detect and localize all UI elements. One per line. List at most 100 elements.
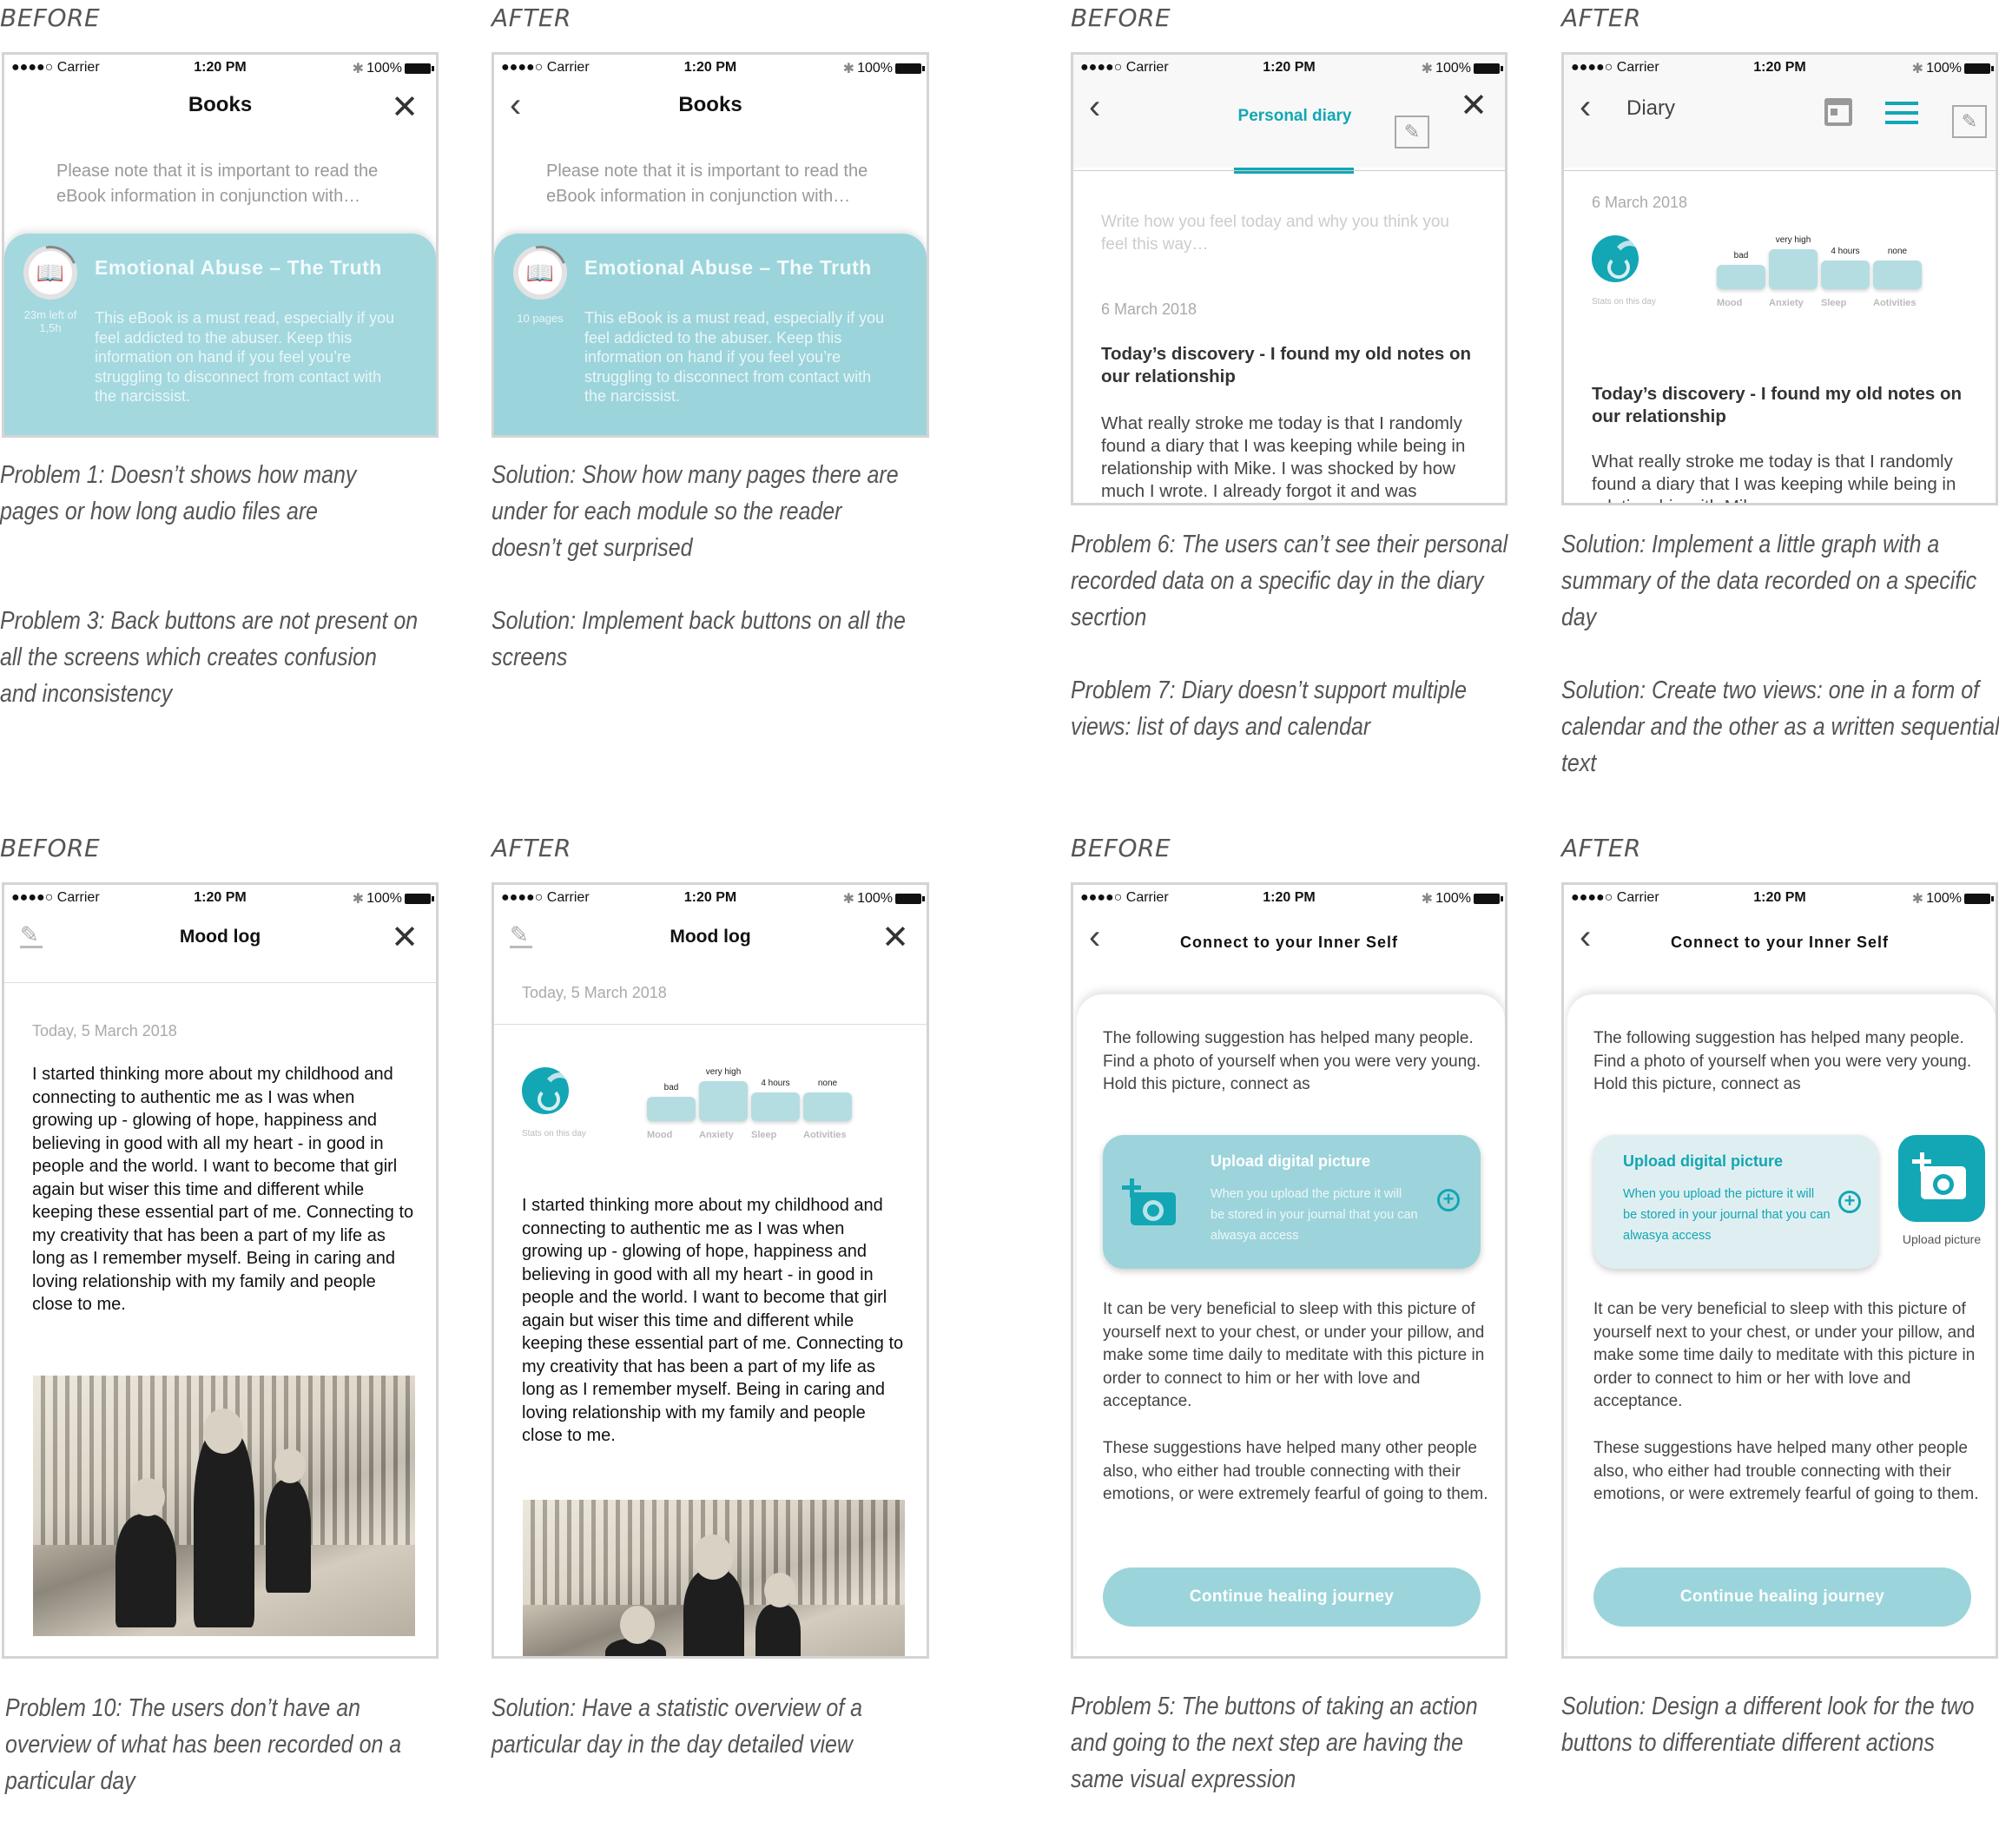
bluetooth-icon: ✱ [352, 62, 365, 76]
close-button[interactable]: ✕ [1460, 89, 1488, 122]
upload-picture-card[interactable]: Upload digital picture When you upload t… [1103, 1135, 1481, 1269]
upload-title: Upload digital picture [1211, 1152, 1371, 1170]
pencil-icon: ✎ [1403, 121, 1421, 142]
app-logo [522, 1067, 569, 1114]
status-bar: ●●●●○ Carrier 1:20 PM ✱ 100% [1073, 55, 1505, 81]
books-before-screen: ●●●●○ Carrier 1:20 PM ✱ 100% Books ✕ Plea… [2, 52, 439, 438]
photo-figure [115, 1515, 176, 1627]
battery-icon [405, 63, 434, 74]
stat-anxiety: very high Anxiety [699, 1067, 748, 1140]
entry-text: What really stroke me today is that I ra… [1592, 452, 1956, 503]
back-button[interactable]: ‹ [1580, 89, 1591, 124]
paragraph-1: It can be very beneficial to sleep with … [1103, 1300, 1485, 1410]
photo-figure [274, 1449, 306, 1483]
intro-text: The following suggestion has helped many… [1593, 1029, 1972, 1093]
stat-bar [1873, 261, 1922, 289]
ebook-card[interactable]: 📖 23m left of 1,5h Emotional Abuse – The… [4, 234, 436, 435]
status-bar: ●●●●○ Carrier 1:20 PM ✱ 100% [4, 55, 436, 81]
solution-caption: Solution: Show how many pages there are … [492, 461, 899, 562]
moodlog-before-screen: ●●●●○ Carrier 1:20 PM ✱ 100% ✎ Mood log ✕… [2, 882, 439, 1659]
card-description: This eBook is a must read, especially if… [584, 309, 885, 405]
stat-bar [751, 1092, 800, 1121]
close-button[interactable]: ✕ [391, 921, 419, 954]
battery-status: ✱ 100% [1422, 60, 1503, 77]
continue-button[interactable]: Continue healing journey [1593, 1568, 1971, 1627]
photo-figure [130, 1478, 165, 1516]
page-title: Books [678, 93, 742, 116]
stat-value: bad [663, 1083, 679, 1092]
entry-text: I started thinking more about my childho… [522, 1196, 904, 1445]
battery-percent: 100% [857, 61, 893, 76]
camera-plus-icon [1912, 1152, 1973, 1206]
problem-caption: Problem 1: Doesn’t shows how many pages … [0, 461, 357, 525]
battery-status: ✱ 100% [1422, 890, 1503, 908]
entry-title: Today’s discovery - I found my old notes… [1592, 384, 1962, 426]
edit-button[interactable]: ✎ [1952, 105, 1987, 138]
battery-percent: 100% [366, 61, 402, 76]
battery-status: ✱ 100% [1912, 890, 1994, 908]
card-description: This eBook is a must read, especially if… [95, 309, 395, 405]
chevron-left-icon: ‹ [1089, 88, 1101, 126]
problem-caption: Problem 6: The users can’t see their per… [1071, 531, 1508, 631]
stat-bar [803, 1092, 852, 1121]
page-title: Connect to your Inner Self [1670, 934, 1890, 951]
battery-percent: 100% [366, 891, 402, 906]
before-label: BEFORE [1071, 3, 1171, 32]
calendar-view-button[interactable] [1824, 98, 1852, 126]
battery-percent: 100% [1435, 891, 1471, 906]
childhood-photo[interactable] [33, 1376, 415, 1636]
book-icon: 📖 [525, 259, 555, 286]
entry-input[interactable]: Write how you feel today and why you thi… [1101, 211, 1479, 256]
before-label: BEFORE [0, 834, 101, 862]
stat-name: Mood [647, 1130, 673, 1140]
status-bar: ●●●●○ Carrier 1:20 PM ✱ 100% [494, 885, 927, 911]
continue-button[interactable]: Continue healing journey [1103, 1568, 1481, 1627]
stat-name: Sleep [751, 1130, 777, 1140]
upload-picture-button[interactable] [1898, 1135, 1985, 1222]
battery-icon [405, 894, 434, 904]
add-circle-icon[interactable]: + [1437, 1189, 1460, 1211]
solution-caption: Solution: Implement back buttons on all … [492, 607, 906, 671]
day-stats: Stats on this day bad Mood very high Anxiet… [522, 1067, 909, 1163]
photo-figure [203, 1409, 243, 1454]
battery-icon [895, 63, 925, 74]
calendar-icon [1831, 109, 1837, 116]
entry-date: Today, 5 March 2018 [32, 1022, 177, 1040]
app-logo [1592, 235, 1639, 282]
stat-bar [1717, 265, 1765, 289]
card-title: Emotional Abuse – The Truth [584, 256, 872, 279]
bluetooth-icon: ✱ [1911, 62, 1924, 76]
stat-name: Aotivities [1873, 298, 1917, 308]
stat-name: Mood [1717, 298, 1743, 308]
ebook-card[interactable]: 📖 10 pages Emotional Abuse – The Truth T… [494, 234, 927, 435]
add-circle-icon[interactable]: + [1838, 1191, 1861, 1213]
close-button[interactable]: ✕ [391, 91, 419, 124]
entry-date: 6 March 2018 [1592, 194, 1688, 211]
childhood-photo[interactable] [523, 1500, 905, 1656]
stat-value: very high [705, 1067, 742, 1077]
entry-date: 6 March 2018 [1101, 300, 1197, 318]
battery-status: ✱ 100% [352, 60, 434, 77]
back-button[interactable]: ‹ [1089, 89, 1100, 124]
nav-bar: ‹ Books [494, 81, 927, 133]
close-icon: ✕ [1460, 88, 1488, 124]
stat-bar [699, 1081, 748, 1121]
upload-picture-card[interactable]: Upload digital picture When you upload t… [1593, 1135, 1878, 1269]
stat-value: bad [1733, 251, 1749, 261]
battery-icon [1964, 894, 1994, 904]
stat-aotivities: none Aotivities [1873, 235, 1922, 308]
stat-bar [1769, 249, 1818, 289]
edit-button[interactable]: ✎ [1395, 116, 1429, 148]
header-divider [494, 1024, 927, 1025]
upload-picture-label: Upload picture [1902, 1232, 1982, 1246]
before-label: BEFORE [1071, 834, 1171, 862]
close-button[interactable]: ✕ [881, 921, 909, 954]
bluetooth-icon: ✱ [842, 62, 855, 76]
entry-date: Today, 5 March 2018 [522, 984, 667, 1001]
stat-name: Sleep [1821, 298, 1847, 308]
content-sheet: The following suggestion has helped many… [1077, 994, 1505, 1656]
list-view-button[interactable] [1885, 102, 1918, 126]
tab-personal-diary[interactable]: Personal diary [1234, 107, 1356, 126]
page-title: Connect to your Inner Self [1179, 934, 1399, 951]
after-label: AFTER [492, 3, 572, 32]
